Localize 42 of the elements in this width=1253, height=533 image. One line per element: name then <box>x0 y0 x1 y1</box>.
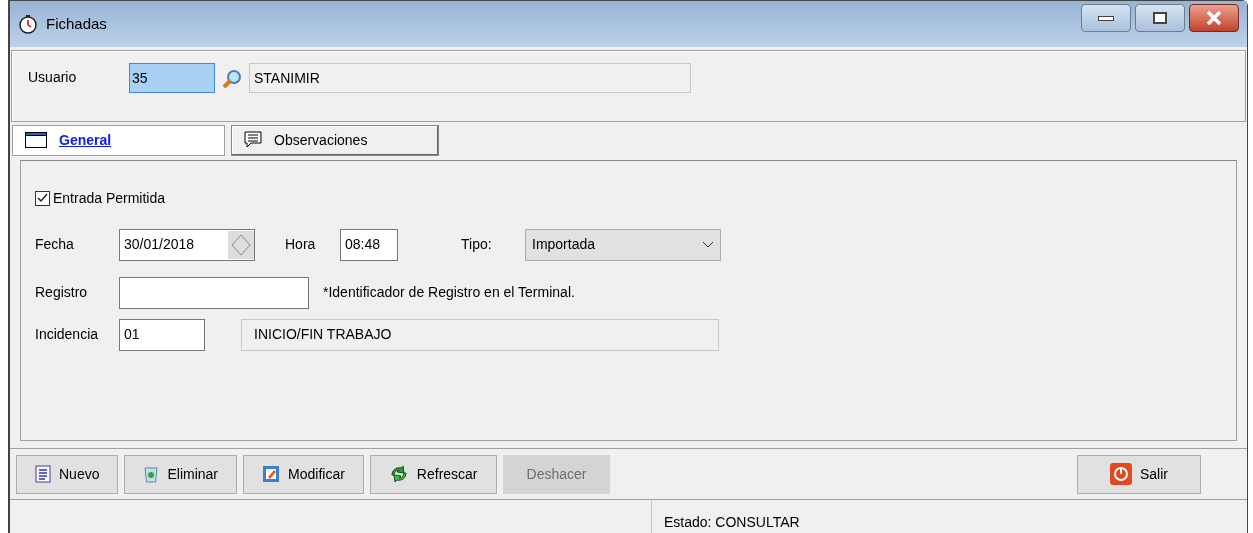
minimize-button[interactable] <box>1081 4 1131 32</box>
record-field[interactable] <box>119 276 309 309</box>
checkbox[interactable] <box>35 190 50 206</box>
type-dropdown[interactable]: Importada <box>525 228 721 261</box>
check-icon <box>37 192 48 204</box>
user-code-field[interactable]: 35 <box>129 63 215 93</box>
record-note: *Identificador de Registro en el Terminal. <box>323 283 575 303</box>
exit-button[interactable]: Salir <box>1077 454 1201 494</box>
type-label: Tipo: <box>461 235 493 255</box>
window-title: Fichadas <box>46 13 107 34</box>
toolbar-button[interactable]: Refrescar <box>369 454 497 494</box>
incident-label: Incidencia <box>35 325 100 345</box>
date-field[interactable]: 30/01/2018 <box>119 228 255 261</box>
comment-icon <box>244 131 262 150</box>
edit-icon <box>262 465 281 484</box>
toolbar-button[interactable]: Eliminar <box>124 454 238 494</box>
window-icon <box>25 132 47 149</box>
tab[interactable]: Observaciones <box>231 124 439 156</box>
toolbar-button[interactable]: Nuevo <box>16 454 119 494</box>
power-icon <box>1110 463 1132 486</box>
time-label: Hora <box>285 235 317 255</box>
incident-name-field: INICIO/FIN TRABAJO <box>241 318 719 351</box>
status-text: Estado: CONSULTAR <box>663 513 800 532</box>
maximize-button[interactable] <box>1135 4 1185 32</box>
date-label: Fecha <box>35 235 75 255</box>
stopwatch-icon <box>18 14 38 34</box>
close-button[interactable] <box>1189 4 1239 32</box>
user-name-field: STANIMIR <box>249 63 691 93</box>
calendar-button-icon[interactable] <box>228 230 254 259</box>
user-label: Usuario <box>28 68 78 87</box>
incident-code-field[interactable]: 01 <box>119 318 205 351</box>
document-icon <box>35 465 51 484</box>
toolbar-button[interactable]: Modificar <box>243 454 364 494</box>
chevron-down-icon <box>702 240 714 249</box>
refresh-icon <box>388 465 409 484</box>
time-field[interactable]: 08:48 <box>340 228 398 261</box>
permitted-checkbox[interactable]: Entrada Permitida <box>35 187 1236 209</box>
close-icon <box>1206 11 1222 25</box>
tab[interactable]: General <box>12 124 225 156</box>
search-icon[interactable] <box>221 68 243 90</box>
record-label: Registro <box>35 283 89 303</box>
bin-icon <box>143 465 160 484</box>
